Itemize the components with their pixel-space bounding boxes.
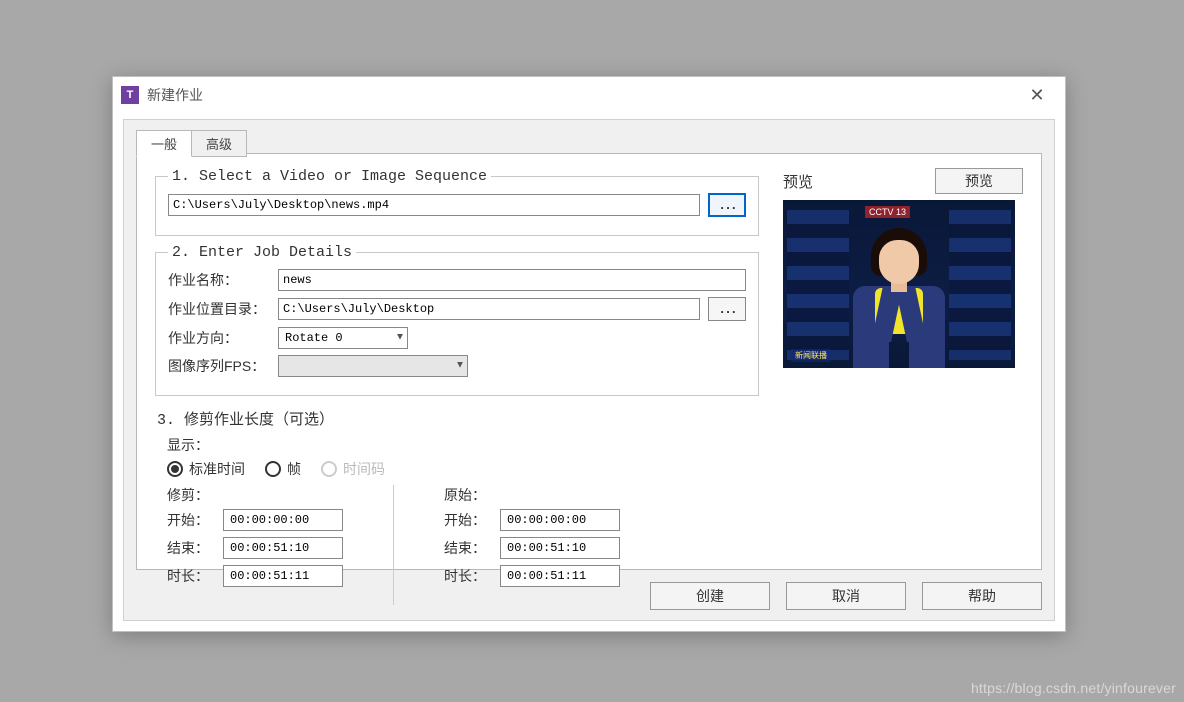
radio-dot-icon	[321, 461, 337, 477]
trim-header: 修剪：	[167, 485, 343, 505]
radio-frame[interactable]: 帧	[265, 459, 301, 479]
display-label: 显示：	[167, 435, 757, 455]
original-column: 原始： 开始： 结束：	[444, 485, 620, 605]
radio-standard-time[interactable]: 标准时间	[167, 459, 245, 479]
trim-start-input[interactable]	[223, 509, 343, 531]
window-title: 新建作业	[147, 85, 1017, 105]
trim-end-input[interactable]	[223, 537, 343, 559]
section3-title: 3. 修剪作业长度（可选）	[157, 408, 757, 429]
fps-select: ▼	[278, 355, 468, 377]
radio-frame-label: 帧	[287, 459, 301, 479]
radio-dot-icon	[167, 461, 183, 477]
trim-end-label: 结束：	[167, 538, 223, 558]
tab-general[interactable]: 一般	[136, 130, 192, 157]
channel-badge: CCTV 13	[865, 206, 910, 218]
radio-timecode: 时间码	[321, 459, 385, 479]
trim-column: 修剪： 开始： 结束：	[167, 485, 343, 605]
news-ticker: 新闻联播	[791, 349, 831, 362]
section2-title: 2. Enter Job Details	[168, 244, 356, 261]
orientation-value: Rotate 0	[285, 331, 343, 345]
orig-end-label: 结束：	[444, 538, 500, 558]
watermark-text: https://blog.csdn.net/yinfourever	[971, 680, 1176, 696]
radio-timecode-label: 时间码	[343, 459, 385, 479]
cancel-button[interactable]: 取消	[786, 582, 906, 610]
job-location-input[interactable]	[278, 298, 700, 320]
tab-panel-general: 1. Select a Video or Image Sequence ... …	[136, 153, 1042, 570]
section-job-details: 2. Enter Job Details 作业名称： 作业位置目录： ... 作…	[155, 244, 759, 396]
orig-duration-label: 时长：	[444, 566, 500, 586]
close-icon[interactable]: ✕	[1017, 85, 1057, 106]
app-icon: T	[121, 86, 139, 104]
job-name-label: 作业名称：	[168, 270, 278, 290]
studio-bg-left	[787, 210, 849, 360]
presenter-figure	[853, 228, 945, 368]
chevron-down-icon: ▼	[397, 333, 403, 344]
tab-bar: 一般 高级	[136, 130, 246, 157]
trim-duration-input[interactable]	[223, 565, 343, 587]
video-path-input[interactable]	[168, 194, 700, 216]
orig-start-input	[500, 509, 620, 531]
help-button[interactable]: 帮助	[922, 582, 1042, 610]
original-header: 原始：	[444, 485, 620, 505]
vertical-divider	[393, 485, 394, 605]
section1-title: 1. Select a Video or Image Sequence	[168, 168, 491, 185]
section-trim: 3. 修剪作业长度（可选） 显示： 标准时间 帧	[155, 404, 759, 605]
fps-label: 图像序列FPS：	[168, 356, 278, 376]
preview-title: 预览	[783, 171, 813, 192]
radio-standard-label: 标准时间	[189, 459, 245, 479]
orig-end-input	[500, 537, 620, 559]
radio-dot-icon	[265, 461, 281, 477]
dialog-footer: 创建 取消 帮助	[650, 582, 1042, 610]
preview-button[interactable]: 预览	[935, 168, 1023, 194]
preview-thumbnail: CCTV 13 新闻联播	[783, 200, 1015, 368]
orig-start-label: 开始：	[444, 510, 500, 530]
orientation-label: 作业方向：	[168, 328, 278, 348]
trim-duration-label: 时长：	[167, 566, 223, 586]
job-name-input[interactable]	[278, 269, 746, 291]
browse-video-button[interactable]: ...	[708, 193, 746, 217]
title-bar: T 新建作业 ✕	[113, 77, 1065, 113]
studio-bg-right	[949, 210, 1011, 360]
orig-duration-input	[500, 565, 620, 587]
tab-advanced[interactable]: 高级	[191, 130, 247, 157]
section-select-video: 1. Select a Video or Image Sequence ...	[155, 168, 759, 236]
orientation-select[interactable]: Rotate 0 ▼	[278, 327, 408, 349]
trim-start-label: 开始：	[167, 510, 223, 530]
job-location-label: 作业位置目录：	[168, 299, 278, 319]
create-button[interactable]: 创建	[650, 582, 770, 610]
chevron-down-icon: ▼	[457, 361, 463, 372]
dialog-body: 一般 高级 1. Select a Video or Image Sequenc…	[123, 119, 1055, 621]
new-job-dialog: T 新建作业 ✕ 一般 高级 1. Select a Video or Imag…	[112, 76, 1066, 632]
browse-location-button[interactable]: ...	[708, 297, 746, 321]
